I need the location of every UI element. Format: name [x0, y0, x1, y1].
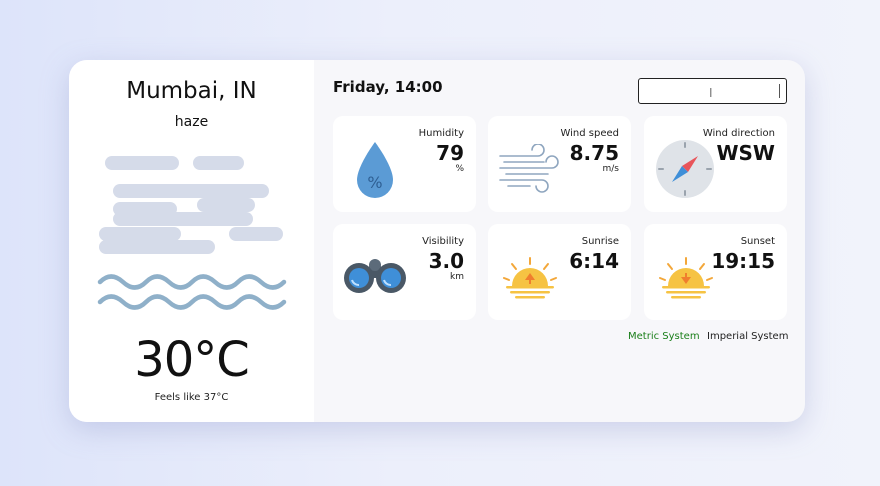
- wind-direction-label: Wind direction: [702, 128, 775, 139]
- haze-icon: [97, 156, 287, 310]
- sunrise-label: Sunrise: [581, 236, 619, 247]
- wind-speed-tile: Wind speed 8.75 m/s: [488, 116, 631, 212]
- wind-speed-unit: m/s: [602, 164, 620, 174]
- sunset-label: Sunset: [740, 236, 775, 247]
- humidity-value: 79: [436, 141, 464, 165]
- current-weather-panel: Mumbai, IN haze 30°C Feels like 37°C: [69, 60, 314, 422]
- sunset-icon: [659, 257, 713, 299]
- wind-direction-tile: Wind direction WSW: [644, 116, 787, 212]
- city-search-input[interactable]: I: [638, 78, 787, 104]
- city-name: Mumbai, IN: [126, 78, 257, 104]
- weather-description: haze: [174, 114, 209, 130]
- weather-card: Mumbai, IN haze 30°C Feels like 37°C Fri…: [69, 60, 805, 422]
- compass-icon: [656, 140, 714, 198]
- sunrise-tile: Sunrise 6:14: [488, 224, 631, 320]
- text-cursor-icon: I: [709, 86, 713, 100]
- visibility-value: 3.0: [428, 249, 464, 273]
- visibility-label: Visibility: [422, 236, 464, 247]
- humidity-tile: % Humidity 79 %: [333, 116, 476, 212]
- visibility-unit: km: [450, 272, 464, 282]
- humidity-unit: %: [455, 164, 464, 174]
- wind-direction-value: WSW: [716, 141, 775, 165]
- sunset-value: 19:15: [711, 249, 775, 273]
- wind-speed-value: 8.75: [569, 141, 619, 165]
- sunrise-icon: [503, 257, 557, 299]
- humidity-label: Humidity: [418, 128, 464, 139]
- current-temperature: 30°C: [134, 332, 250, 388]
- date-time: Friday, 14:00: [333, 78, 443, 96]
- imperial-system-toggle[interactable]: Imperial System: [707, 331, 788, 342]
- sunset-tile: Sunset 19:15: [644, 224, 787, 320]
- wind-speed-label: Wind speed: [560, 128, 619, 139]
- input-caret: [779, 84, 780, 98]
- visibility-tile: Visibility 3.0 km: [333, 224, 476, 320]
- metric-system-toggle[interactable]: Metric System: [628, 331, 700, 342]
- sunrise-value: 6:14: [569, 249, 619, 273]
- feels-like: Feels like 37°C: [154, 392, 229, 403]
- wind-icon: [499, 144, 559, 193]
- svg-text:%: %: [367, 173, 382, 192]
- humidity-drop-icon: %: [357, 142, 393, 198]
- binoculars-icon: [344, 259, 406, 293]
